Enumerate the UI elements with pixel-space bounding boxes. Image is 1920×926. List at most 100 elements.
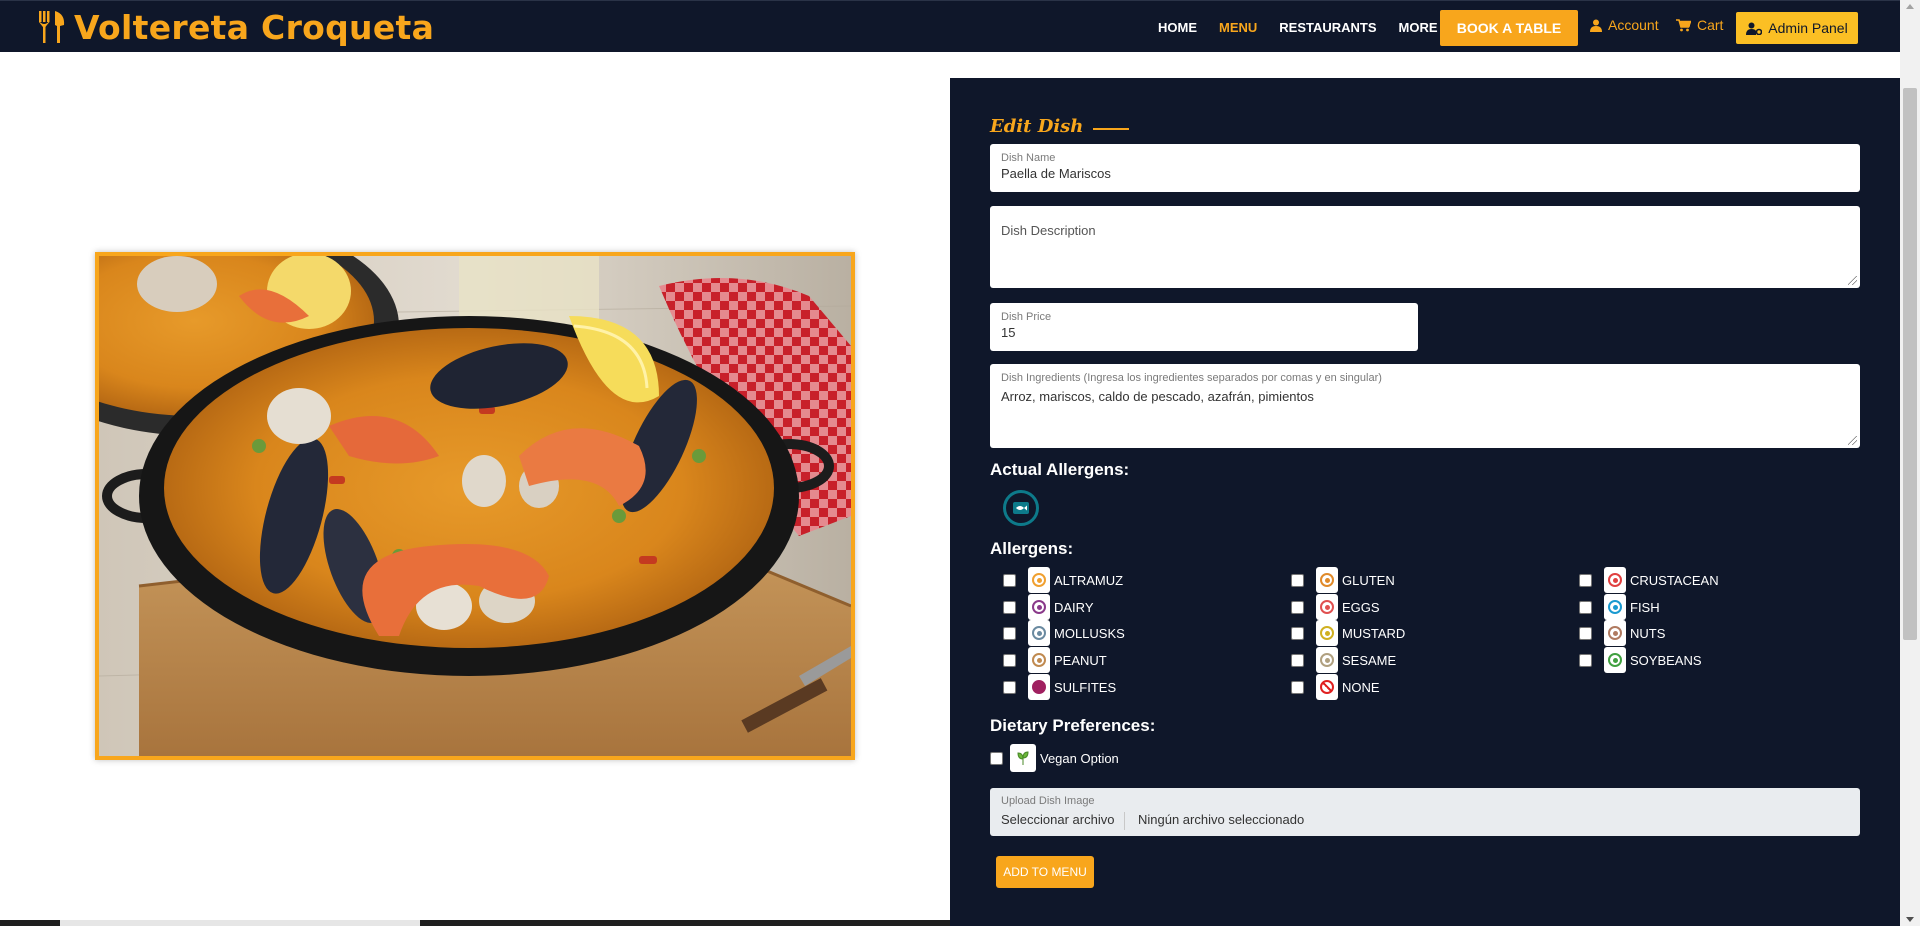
resize-handle-icon[interactable] xyxy=(1848,436,1857,445)
brand-logo[interactable]: Voltereta Croqueta xyxy=(38,6,434,48)
dish-price-value: 15 xyxy=(1001,325,1016,340)
allergen-option-eggs[interactable]: EGGS xyxy=(1291,594,1380,620)
fish-allergen-badge-icon xyxy=(1003,490,1039,526)
allergen-option-mollusks[interactable]: MOLLUSKS xyxy=(1003,620,1125,646)
dish-image-upload[interactable]: Upload Dish Image Seleccionar archivo Ni… xyxy=(990,788,1860,836)
allergen-checkbox-gluten[interactable] xyxy=(1291,573,1304,587)
allergen-option-nuts[interactable]: NUTS xyxy=(1579,620,1665,646)
allergen-option-mustard[interactable]: MUSTARD xyxy=(1291,620,1405,646)
vegan-checkbox[interactable] xyxy=(990,751,1003,765)
allergen-option-soybeans[interactable]: SOYBEANS xyxy=(1579,647,1702,673)
allergen-label-altramuz: ALTRAMUZ xyxy=(1054,572,1124,588)
allergen-checkbox-fish[interactable] xyxy=(1579,600,1592,614)
add-to-menu-button[interactable]: ADD TO MENU xyxy=(996,856,1094,888)
dish-ingredients-value: Arroz, mariscos, caldo de pescado, azafr… xyxy=(1001,389,1314,404)
dish-ingredients-field[interactable]: Dish Ingredients (Ingresa los ingredient… xyxy=(990,364,1860,448)
allergen-checkbox-nuts[interactable] xyxy=(1579,626,1592,640)
vegan-option-label: Vegan Option xyxy=(1040,750,1119,766)
allergen-label-mollusks: MOLLUSKS xyxy=(1054,625,1125,641)
allergen-label-eggs: EGGS xyxy=(1342,599,1380,615)
scroll-down-arrow-icon[interactable] xyxy=(1906,917,1914,922)
main-nav: HOME MENU RESTAURANTS MORE xyxy=(1158,1,1470,53)
allergen-option-sesame[interactable]: SESAME xyxy=(1291,647,1396,673)
crustacean-allergen-icon xyxy=(1604,567,1626,593)
book-table-button[interactable]: BOOK A TABLE xyxy=(1440,10,1578,46)
allergen-checkbox-sulfites[interactable] xyxy=(1003,680,1016,694)
admin-panel-button[interactable]: Admin Panel xyxy=(1736,12,1858,44)
allergen-option-sulfites[interactable]: SULFITES xyxy=(1003,674,1116,700)
sesame-allergen-icon xyxy=(1316,647,1338,673)
account-link[interactable]: Account xyxy=(1590,17,1659,33)
dish-name-field[interactable]: Dish Name Paella de Mariscos xyxy=(990,144,1860,192)
allergen-label-sulfites: SULFITES xyxy=(1054,679,1117,695)
choose-file-button[interactable]: Seleccionar archivo xyxy=(1001,812,1126,830)
scroll-up-arrow-icon[interactable] xyxy=(1906,4,1914,9)
dish-name-value: Paella de Mariscos xyxy=(1001,166,1111,181)
vegan-option[interactable]: Vegan Option xyxy=(990,744,1119,772)
allergen-option-crustacean[interactable]: CRUSTACEAN xyxy=(1579,567,1719,593)
allergen-label-fish: FISH xyxy=(1630,599,1660,615)
allergen-checkbox-dairy[interactable] xyxy=(1003,600,1016,614)
title-underline xyxy=(1093,127,1130,130)
cart-icon xyxy=(1676,18,1691,31)
allergen-option-altramuz[interactable]: ALTRAMUZ xyxy=(1003,567,1123,593)
horizontal-scroll-thumb[interactable] xyxy=(60,920,420,926)
brand-name: Voltereta Croqueta xyxy=(74,7,435,47)
top-navbar: Voltereta Croqueta HOME MENU RESTAURANTS… xyxy=(0,0,1900,52)
actual-allergens-title: Actual Allergens: xyxy=(990,460,1130,479)
dish-name-label: Dish Name xyxy=(1001,152,1056,164)
account-label: Account xyxy=(1608,17,1659,33)
allergen-option-fish[interactable]: FISH xyxy=(1579,594,1660,620)
resize-handle-icon[interactable] xyxy=(1848,276,1857,285)
allergen-checkbox-eggs[interactable] xyxy=(1291,600,1304,614)
dish-price-label: Dish Price xyxy=(1001,311,1052,323)
vertical-scrollbar[interactable] xyxy=(1900,0,1920,926)
mollusks-allergen-icon xyxy=(1028,620,1050,646)
cart-link[interactable]: Cart xyxy=(1676,17,1723,33)
user-icon xyxy=(1590,19,1602,32)
upload-label: Upload Dish Image xyxy=(1001,795,1095,807)
allergen-label-gluten: GLUTEN xyxy=(1342,572,1395,588)
allergen-label-sesame: SESAME xyxy=(1342,652,1397,668)
form-title: Edit Dish xyxy=(990,116,1130,137)
allergen-option-dairy[interactable]: DAIRY xyxy=(1003,594,1094,620)
scroll-thumb[interactable] xyxy=(1903,88,1917,640)
nav-home[interactable]: HOME xyxy=(1158,20,1197,35)
fork-knife-icon xyxy=(39,11,65,43)
eggs-allergen-icon xyxy=(1316,594,1338,620)
nav-menu[interactable]: MENU xyxy=(1219,20,1257,35)
allergen-label-dairy: DAIRY xyxy=(1054,599,1094,615)
user-gear-icon xyxy=(1746,22,1763,35)
allergen-checkbox-mustard[interactable] xyxy=(1291,626,1304,640)
dish-ingredients-label: Dish Ingredients (Ingresa los ingredient… xyxy=(1001,372,1382,384)
nav-restaurants[interactable]: RESTAURANTS xyxy=(1279,20,1376,35)
dish-photo xyxy=(95,252,855,760)
allergen-checkbox-soybeans[interactable] xyxy=(1579,653,1592,667)
allergen-checkbox-sesame[interactable] xyxy=(1291,653,1304,667)
allergen-checkbox-altramuz[interactable] xyxy=(1003,573,1016,587)
cart-label: Cart xyxy=(1697,17,1724,33)
allergen-option-none[interactable]: NONE xyxy=(1291,674,1380,700)
dish-description-field[interactable]: Dish Description xyxy=(990,206,1860,288)
upload-status: Ningún archivo seleccionado xyxy=(1138,812,1305,827)
dairy-allergen-icon xyxy=(1028,594,1050,620)
allergen-checkbox-none[interactable] xyxy=(1291,680,1304,694)
dish-price-field[interactable]: Dish Price 15 xyxy=(990,303,1418,351)
allergen-option-peanut[interactable]: PEANUT xyxy=(1003,647,1107,673)
allergen-label-nuts: NUTS xyxy=(1630,625,1666,641)
dietary-preferences-title: Dietary Preferences: xyxy=(990,716,1156,735)
allergen-label-none: NONE xyxy=(1342,679,1380,695)
mustard-allergen-icon xyxy=(1316,620,1338,646)
allergens-title: Allergens: xyxy=(990,539,1074,558)
dish-description-placeholder: Dish Description xyxy=(1001,223,1096,238)
allergen-label-peanut: PEANUT xyxy=(1054,652,1107,668)
soybeans-allergen-icon xyxy=(1604,647,1626,673)
allergen-label-crustacean: CRUSTACEAN xyxy=(1630,572,1719,588)
allergen-checkbox-peanut[interactable] xyxy=(1003,653,1016,667)
admin-panel-label: Admin Panel xyxy=(1768,20,1848,36)
allergen-checkbox-crustacean[interactable] xyxy=(1579,573,1592,587)
nuts-allergen-icon xyxy=(1604,620,1626,646)
allergen-option-gluten[interactable]: GLUTEN xyxy=(1291,567,1395,593)
gluten-allergen-icon xyxy=(1316,567,1338,593)
allergen-checkbox-mollusks[interactable] xyxy=(1003,626,1016,640)
